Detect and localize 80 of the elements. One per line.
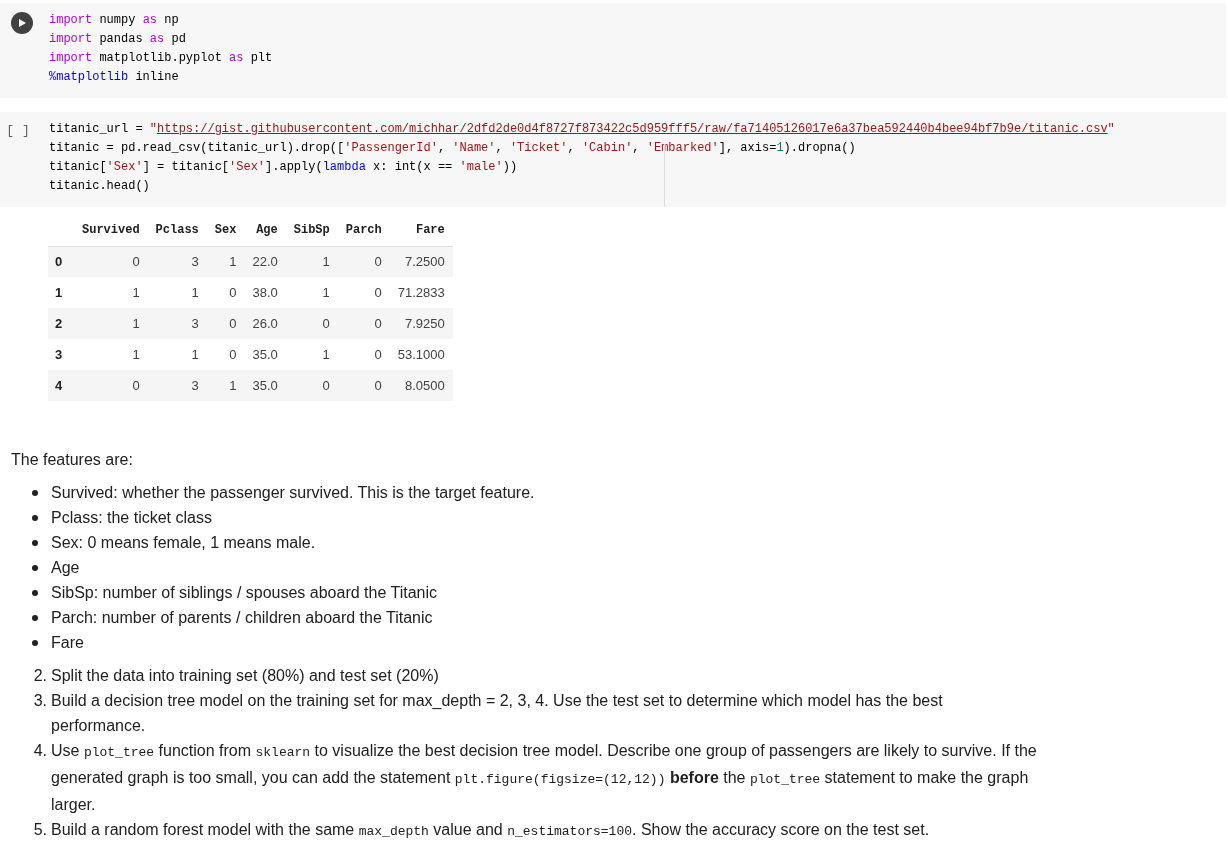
bullet-icon — [32, 540, 38, 546]
bullet-icon — [32, 515, 38, 521]
table-cell: 0 — [74, 246, 148, 277]
column-header: Pclass — [147, 215, 207, 246]
list-item: SibSp: number of siblings / spouses aboard the Titanic — [51, 583, 437, 603]
list-item: Use plot_tree function from sklearn to visualize the best decision tree model. Describe one group of passengers are likely to survive. If the generated graph is too small, you can add the statement plt.figure(figsize=(12,12)) before the plot_tree statement to make the graph larger. — [51, 741, 1038, 815]
list-item: Parch: number of parents / children aboard the Titanic — [51, 608, 433, 628]
table-cell: 0 — [337, 339, 390, 370]
column-header: SibSp — [285, 215, 338, 246]
paragraph: The features are: — [11, 450, 134, 470]
table-cell: 0 — [74, 370, 148, 401]
column-header: Survived — [74, 215, 148, 246]
row-index: 1 — [48, 277, 74, 308]
code-line: titanic.head() — [49, 178, 151, 195]
list-number: 4. — [32, 741, 48, 761]
list-item: Sex: 0 means female, 1 means male. — [51, 533, 316, 553]
table-cell: 0 — [206, 308, 245, 339]
table-cell: 0 — [206, 339, 245, 370]
play-icon — [17, 18, 27, 28]
table-cell: 0 — [337, 277, 390, 308]
list-number: 3. — [32, 691, 48, 711]
table-cell: 71.2833 — [389, 277, 453, 308]
list-item: Build a decision tree model on the training set for max_depth = 2, 3, 4. Use the test set to determine which model has the best performance. — [51, 691, 944, 736]
table-cell: 1 — [285, 246, 338, 277]
column-header: Age — [244, 215, 286, 246]
list-number: 5. — [32, 820, 48, 840]
code-line: titanic['Sex'] = titanic['Sex'].apply(lambda x: int(x == 'male')) — [49, 159, 519, 176]
table-cell: 1 — [206, 370, 245, 401]
list-item: Pclass: the ticket class — [51, 508, 212, 528]
table-cell: 35.0 — [244, 339, 286, 370]
column-header: Sex — [206, 215, 245, 246]
bullet-icon — [32, 615, 38, 621]
table-cell: 8.0500 — [389, 370, 453, 401]
table-cell: 0 — [285, 370, 338, 401]
code-line: titanic = pd.read_csv(titanic_url).drop(['PassengerId', 'Name', 'Ticket', 'Cabin', 'Embarked'], axis=1).dropna() — [49, 140, 857, 157]
table-cell: 22.0 — [244, 246, 286, 277]
run-button[interactable]: [ ] — [6, 121, 30, 140]
table-cell: 3 — [147, 246, 207, 277]
row-index: 0 — [48, 246, 74, 277]
row-index: 3 — [48, 339, 74, 370]
bullet-icon — [32, 565, 38, 571]
table-cell: 0 — [337, 246, 390, 277]
table-cell: 7.9250 — [389, 308, 453, 339]
row-index: 2 — [48, 308, 74, 339]
table-cell: 38.0 — [244, 277, 286, 308]
code-line: %matplotlib inline — [49, 69, 180, 86]
table-cell: 7.2500 — [389, 246, 453, 277]
table-cell: 1 — [285, 277, 338, 308]
table-cell: 1 — [147, 339, 207, 370]
table-cell: 1 — [74, 277, 148, 308]
table-cell: 26.0 — [244, 308, 286, 339]
list-item: Age — [51, 558, 80, 578]
table-cell: 1 — [74, 339, 148, 370]
bullet-icon — [32, 640, 38, 646]
list-item: Split the data into training set (80%) and test set (20%) — [51, 666, 439, 686]
table-cell: 3 — [147, 370, 207, 401]
table-cell: 0 — [206, 277, 245, 308]
column-header: Parch — [337, 215, 390, 246]
code-line: import matplotlib.pyplot as plt — [49, 50, 273, 67]
list-item: Survived: whether the passenger survived. This is the target feature. — [51, 483, 535, 503]
table-cell: 35.0 — [244, 370, 286, 401]
code-line: titanic_url = "https://gist.githubusercontent.com/michhar/2dfd2de0d4f8727f873422c5d959fff5/raw/fa71405126017e6a37bea592440b4bee94bf7b9e/titanic.csv" — [49, 121, 1115, 138]
column-header: Fare — [389, 215, 453, 246]
code-line: import pandas as pd — [49, 31, 187, 48]
table-cell: 1 — [285, 339, 338, 370]
code-line: import numpy as np — [49, 12, 180, 29]
table-cell: 0 — [285, 308, 338, 339]
table-cell: 0 — [337, 308, 390, 339]
table-cell: 53.1000 — [389, 339, 453, 370]
run-button[interactable] — [11, 12, 33, 34]
list-item: Fare — [51, 633, 84, 653]
table-cell: 0 — [337, 370, 390, 401]
row-index: 4 — [48, 370, 74, 401]
table-cell: 1 — [147, 277, 207, 308]
table-cell: 1 — [206, 246, 245, 277]
bullet-icon — [32, 590, 38, 596]
bullet-icon — [32, 490, 38, 496]
table-cell: 1 — [74, 308, 148, 339]
table-cell: 3 — [147, 308, 207, 339]
list-number: 2. — [32, 666, 48, 686]
